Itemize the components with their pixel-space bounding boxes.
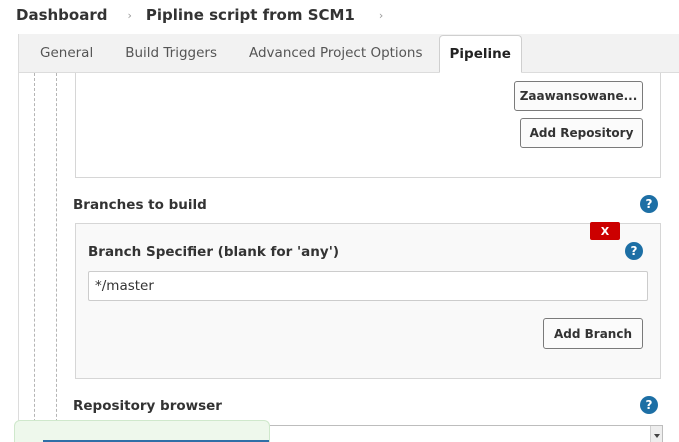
add-branch-button[interactable]: Add Branch — [543, 318, 643, 349]
advanced-button[interactable]: Zaawansowane... — [514, 81, 643, 111]
delete-branch-button[interactable]: X — [590, 222, 620, 240]
breadcrumb-job[interactable]: Pipline script from SCM1 — [146, 6, 355, 24]
branch-specifier-input[interactable]: */master — [88, 271, 648, 301]
breadcrumb-dashboard[interactable]: Dashboard — [16, 6, 107, 24]
branch-specifier-help-icon[interactable]: ? — [625, 242, 643, 260]
tab-advanced-project-options[interactable]: Advanced Project Options — [233, 34, 439, 72]
select-scrollbar[interactable] — [650, 426, 662, 442]
repository-browser-label: Repository browser — [73, 398, 222, 414]
breadcrumb: Dashboard › Pipline script from SCM1 › — [0, 0, 679, 30]
config-tabs: General Build Triggers Advanced Project … — [18, 34, 679, 73]
breadcrumb-separator-icon[interactable]: › — [127, 9, 131, 22]
nesting-guide-line — [34, 73, 35, 442]
repository-browser-help-icon[interactable]: ? — [640, 396, 658, 414]
branches-help-icon[interactable]: ? — [640, 195, 658, 213]
tab-general[interactable]: General — [19, 34, 109, 72]
branches-to-build-label: Branches to build — [73, 197, 207, 213]
add-repository-button[interactable]: Add Repository — [520, 118, 643, 148]
tab-build-triggers[interactable]: Build Triggers — [109, 34, 233, 72]
tab-pipeline[interactable]: Pipeline — [438, 35, 522, 73]
chevron-down-icon — [654, 434, 660, 438]
branch-specifier-label: Branch Specifier (blank for 'any') — [88, 244, 339, 260]
breadcrumb-separator-icon[interactable]: › — [379, 9, 383, 22]
nesting-guide-line — [56, 73, 57, 442]
notification-toast — [14, 420, 270, 442]
